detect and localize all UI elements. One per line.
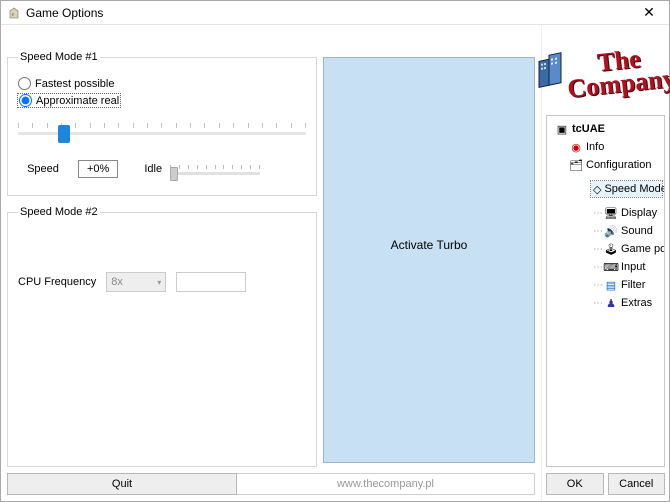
ok-button[interactable]: OK — [546, 473, 604, 495]
speed-label: Speed — [18, 163, 68, 175]
chip-icon: ◇ — [593, 182, 601, 196]
idle-slider-track — [170, 172, 260, 175]
activate-turbo-label: Activate Turbo — [391, 238, 468, 252]
input-icon: ⌨ — [604, 260, 618, 274]
radio-approx[interactable]: Approximate real — [18, 94, 120, 107]
cpu-freq-value: 8x — [111, 276, 123, 288]
sound-icon: 🔊 — [604, 224, 618, 238]
close-button[interactable]: ✕ — [629, 1, 669, 25]
cpu-freq-combo[interactable]: 8x ▾ — [106, 272, 166, 292]
main-pane: Speed Mode #1 Fastest possible Approxima… — [1, 25, 541, 501]
chevron-down-icon: ▾ — [157, 278, 161, 287]
url-box: www.thecompany.pl — [237, 473, 535, 495]
config-icon: 🗂 — [569, 158, 583, 172]
quit-label: Quit — [112, 478, 132, 490]
filter-icon: ▤ — [604, 278, 618, 292]
tree-speed-mode[interactable]: ◇Speed Mode — [591, 181, 662, 197]
window-body: Speed Mode #1 Fastest possible Approxima… — [1, 25, 669, 501]
display-icon: 🖥 — [604, 206, 618, 220]
tree-info[interactable]: ◉Info — [567, 139, 662, 155]
idle-slider-thumb[interactable] — [170, 167, 178, 181]
idle-slider[interactable] — [170, 159, 260, 179]
cancel-button[interactable]: Cancel — [608, 473, 666, 495]
turbo-panel: Activate Turbo — [323, 57, 535, 463]
speed-mode-2-legend: Speed Mode #2 — [18, 206, 100, 218]
info-icon: ◉ — [569, 140, 583, 154]
joystick-icon: 🕹 — [604, 242, 618, 256]
building-icon — [536, 52, 564, 92]
tree-gameports[interactable]: ⋯🕹Game ports — [591, 241, 662, 257]
speed-mode-1-legend: Speed Mode #1 — [18, 51, 100, 63]
url-text: www.thecompany.pl — [337, 478, 434, 490]
cpu-freq-label: CPU Frequency — [18, 276, 96, 288]
speed-slider[interactable] — [18, 123, 306, 145]
cpu-freq-textbox[interactable] — [176, 272, 246, 292]
radio-fastest-input[interactable] — [18, 77, 31, 90]
radio-fastest[interactable]: Fastest possible — [18, 77, 306, 90]
activate-turbo-button[interactable]: Activate Turbo — [323, 57, 535, 463]
footer: Quit www.thecompany.pl — [7, 473, 535, 495]
tree-sound[interactable]: ⋯🔊Sound — [591, 223, 662, 239]
logo-text: TheCompany — [564, 43, 670, 101]
titlebar: Game Options ✕ — [1, 1, 669, 25]
app-icon — [7, 6, 21, 20]
speed-slider-thumb[interactable] — [58, 125, 70, 143]
speed-mode-1-group: Speed Mode #1 Fastest possible Approxima… — [7, 51, 317, 196]
tree-root[interactable]: ▣tcUAE — [553, 121, 662, 137]
tree-configuration[interactable]: 🗂Configuration — [567, 157, 662, 173]
config-tree[interactable]: ▣tcUAE ◉Info 🗂Configuration ◇Speed Mode … — [546, 115, 665, 467]
speed-mode-2-group: Speed Mode #2 CPU Frequency 8x ▾ — [7, 206, 317, 467]
right-pane: TheCompany ▣tcUAE ◉Info 🗂Configuration ◇… — [541, 25, 669, 501]
radio-fastest-label: Fastest possible — [35, 78, 114, 90]
logo: TheCompany — [546, 29, 665, 115]
radio-approx-input[interactable] — [19, 94, 32, 107]
tree-extras[interactable]: ⋯♟Extras — [591, 295, 662, 311]
tree-input[interactable]: ⋯⌨Input — [591, 259, 662, 275]
idle-label: Idle — [144, 163, 162, 175]
idle-slider-ticks — [170, 165, 260, 169]
tree-filter[interactable]: ⋯▤Filter — [591, 277, 662, 293]
quit-button[interactable]: Quit — [7, 473, 237, 495]
speed-value: +0% — [78, 160, 118, 178]
chip-icon: ▣ — [555, 122, 569, 136]
extras-icon: ♟ — [604, 296, 618, 310]
radio-approx-label: Approximate real — [36, 95, 119, 107]
tree-display[interactable]: ⋯🖥Display — [591, 205, 662, 221]
window-title: Game Options — [26, 6, 629, 20]
dialog-buttons: OK Cancel — [546, 473, 665, 495]
game-options-window: Game Options ✕ Speed Mode #1 Fastest pos… — [0, 0, 670, 502]
